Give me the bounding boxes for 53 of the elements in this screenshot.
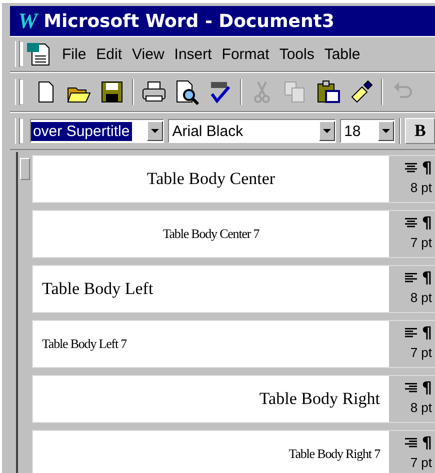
font-size-label: 8 pt — [410, 180, 432, 195]
font-size-label: 7 pt — [410, 235, 432, 250]
paragraph-mark: ¶ — [422, 268, 432, 287]
align-icon — [404, 272, 417, 282]
style-preview[interactable]: Table Body Left — [33, 266, 389, 312]
style-name: Table Body Center 7 — [162, 226, 260, 242]
style-name: Table Body Left — [42, 279, 154, 299]
toolbar-grip[interactable] — [15, 41, 20, 67]
style-preview[interactable]: Table Body Right — [33, 376, 389, 422]
toolbar-grip[interactable] — [15, 118, 20, 144]
paragraph-mark: ¶ — [422, 323, 432, 342]
style-name: Table Body Left 7 — [42, 336, 127, 352]
app-logo: W — [18, 8, 38, 34]
font-dropdown[interactable]: Arial Black — [168, 119, 336, 143]
align-icon — [404, 328, 417, 338]
style-preview[interactable]: Table Body Left 7 — [33, 321, 389, 367]
menu-item[interactable]: Edit — [92, 46, 128, 62]
style-preview[interactable]: Table Body Right 7 — [33, 431, 389, 473]
ruler-handle[interactable] — [20, 158, 30, 180]
font-size-label: 8 pt — [410, 290, 432, 305]
window-title: Microsoft Word - Document3 — [44, 10, 334, 32]
align-icon — [404, 218, 417, 228]
style-preview[interactable]: Table Body Center — [33, 156, 389, 202]
menu-item[interactable]: Table — [320, 46, 366, 62]
menu-item[interactable]: Tools — [275, 46, 320, 62]
paragraph-mark: ¶ — [422, 433, 432, 452]
paragraph-mark: ¶ — [422, 158, 432, 177]
align-icon — [404, 162, 417, 172]
menu-item[interactable]: Insert — [170, 46, 218, 62]
dropdown-arrow-icon[interactable] — [151, 129, 160, 133]
paragraph-mark: ¶ — [422, 213, 432, 232]
clipboard-icon[interactable] — [315, 79, 341, 105]
dropdown-arrow-icon[interactable] — [323, 129, 332, 133]
menu-item[interactable]: File — [58, 46, 92, 62]
paragraph-mark: ¶ — [422, 378, 432, 397]
bold-button[interactable]: B — [405, 118, 435, 144]
font-size-label: 8 pt — [410, 400, 432, 415]
style-name: Table Body Right — [259, 389, 380, 409]
font-size-label: 7 pt — [410, 455, 432, 470]
menu-item[interactable]: View — [128, 46, 170, 62]
style-name: Table Body Right 7 — [288, 446, 380, 462]
toolbar-grip[interactable] — [15, 79, 20, 105]
align-icon — [404, 382, 417, 392]
style-name: Table Body Center — [146, 169, 276, 189]
style-dropdown[interactable]: over Supertitle — [30, 119, 164, 143]
font-size-dropdown[interactable]: 18 — [340, 119, 396, 143]
font-size-label: 7 pt — [410, 345, 432, 360]
document-icon[interactable] — [26, 42, 52, 66]
menu-item[interactable]: Format — [218, 46, 276, 62]
align-icon — [404, 438, 417, 448]
dropdown-arrow-icon[interactable] — [382, 129, 390, 133]
magnifier-page-icon[interactable] — [174, 79, 200, 105]
style-preview[interactable]: Table Body Center 7 — [33, 211, 389, 257]
